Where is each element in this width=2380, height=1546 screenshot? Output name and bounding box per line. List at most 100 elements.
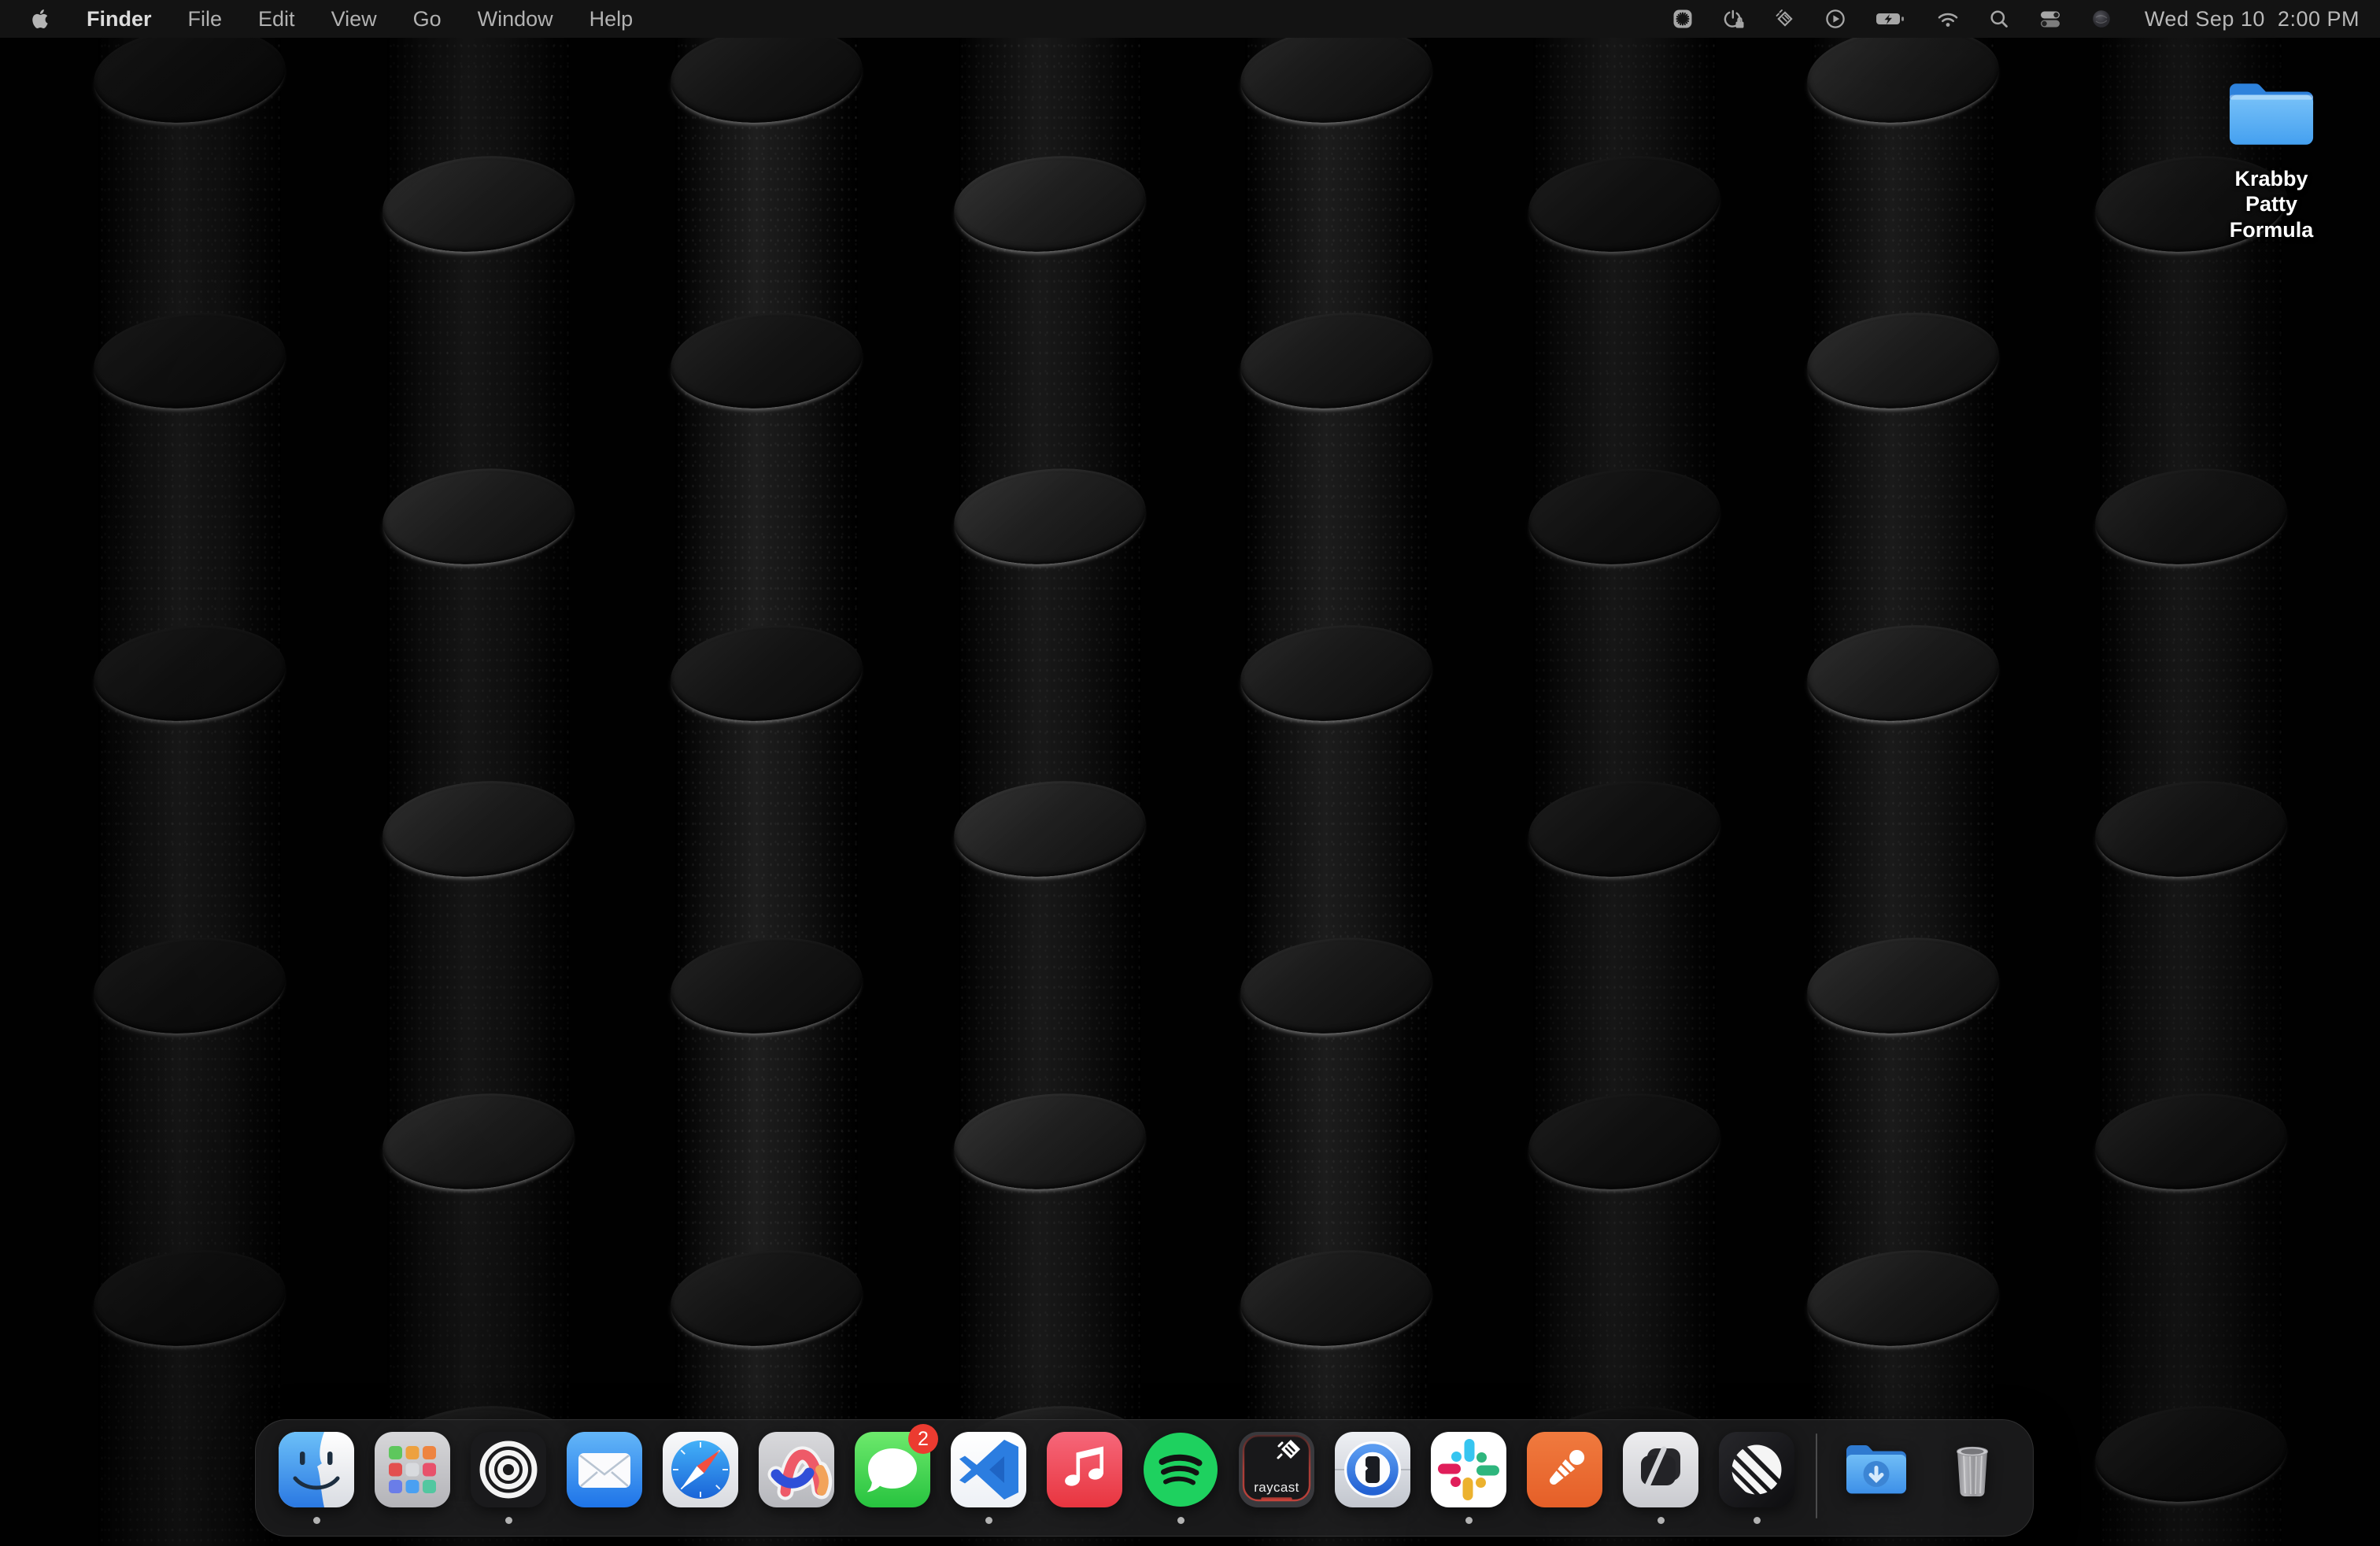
menu-window[interactable]: Window — [478, 7, 553, 31]
postman-icon — [1525, 1430, 1604, 1509]
control-center-icon[interactable] — [2038, 6, 2063, 32]
profile-circle-glyph — [2090, 7, 2113, 31]
spotlight-search-glyph — [1987, 7, 2011, 31]
dock-item-arc-browser[interactable] — [757, 1430, 836, 1524]
desktop-wallpaper — [0, 0, 2380, 1546]
dock-item-raycast[interactable]: raycast — [1237, 1430, 1316, 1524]
concentric-rings-app-app-icon — [469, 1430, 548, 1509]
dock-item-slack[interactable] — [1429, 1430, 1508, 1524]
running-indicator — [505, 1517, 512, 1524]
dock-item-concentric-rings-app[interactable] — [469, 1430, 548, 1524]
dock-item-launchpad[interactable] — [373, 1430, 452, 1524]
apple-logo-icon — [30, 6, 50, 31]
battery-charging-icon[interactable] — [1874, 6, 1909, 32]
onepassword-icon — [1333, 1430, 1412, 1509]
running-indicator — [1658, 1517, 1665, 1524]
play-circle-glyph — [1824, 7, 1847, 31]
raycast-icon — [1237, 1430, 1316, 1509]
menu-help[interactable]: Help — [589, 7, 634, 31]
vscode-icon — [949, 1430, 1028, 1509]
linear-app-icon — [1717, 1430, 1796, 1509]
apple-menu[interactable] — [30, 6, 50, 31]
menu-bar: Finder File Edit View Go Window Help Wed Sep 1… — [0, 0, 2380, 38]
finder-app-icon — [277, 1430, 356, 1509]
rings-icon — [469, 1430, 548, 1509]
running-indicator — [1754, 1517, 1761, 1524]
menu-view[interactable]: View — [331, 7, 377, 31]
mail-app-icon — [565, 1430, 644, 1509]
folder-icon — [2223, 74, 2320, 153]
running-indicator — [1465, 1517, 1473, 1524]
power-lock-icon[interactable] — [1721, 6, 1746, 32]
spotify-icon — [1141, 1430, 1220, 1509]
raycast-app-icon: raycast — [1237, 1430, 1316, 1509]
dock-item-spotify[interactable] — [1141, 1430, 1220, 1524]
slack-icon — [1429, 1430, 1508, 1509]
menu-finder[interactable]: Finder — [87, 7, 152, 31]
arc-icon — [757, 1430, 836, 1509]
spotify-app-icon — [1141, 1430, 1220, 1509]
safari-app-icon — [661, 1430, 740, 1509]
downloads-icon — [1837, 1430, 1916, 1509]
trash-app-icon — [1933, 1430, 2012, 1509]
running-indicator — [985, 1517, 992, 1524]
play-circle-icon[interactable] — [1824, 6, 1847, 32]
wifi-glyph — [1935, 7, 1961, 31]
notification-badge: 2 — [908, 1424, 938, 1454]
music-icon — [1045, 1430, 1124, 1509]
dock-item-finder[interactable] — [277, 1430, 356, 1524]
wifi-icon[interactable] — [1935, 6, 1961, 32]
starburst-glyph — [1671, 7, 1694, 31]
menu-file[interactable]: File — [188, 7, 223, 31]
dock: 2 raycast — [255, 1419, 2034, 1537]
dock-separator — [1816, 1433, 1817, 1518]
dock-item-mail[interactable] — [565, 1430, 644, 1524]
finder-icon — [277, 1430, 356, 1509]
desktop-folder-krabby-patty-formula[interactable]: Krabby Patty Formula — [2208, 74, 2334, 242]
desktop-folder-label: Krabby Patty Formula — [2208, 166, 2334, 242]
running-indicator — [313, 1517, 320, 1524]
running-indicator — [1177, 1517, 1184, 1524]
menu-bar-menus: Finder File Edit View Go Window Help — [87, 7, 633, 31]
dock-item-safari[interactable] — [661, 1430, 740, 1524]
launchpad-app-icon — [373, 1430, 452, 1509]
mail-icon — [565, 1430, 644, 1509]
menu-bar-clock[interactable]: Wed Sep 10 2:00 PM — [2145, 7, 2360, 31]
linear-icon — [1717, 1430, 1796, 1509]
menu-edit[interactable]: Edit — [258, 7, 295, 31]
starburst-icon[interactable] — [1671, 6, 1694, 32]
safari-icon — [661, 1430, 740, 1509]
raycast-wordmark: raycast — [1237, 1480, 1316, 1496]
arc-browser-app-icon — [757, 1430, 836, 1509]
apple-music-app-icon — [1045, 1430, 1124, 1509]
profile-circle-icon[interactable] — [2090, 6, 2113, 32]
dock-item-linear[interactable] — [1717, 1430, 1796, 1524]
dock-item-trash[interactable] — [1933, 1430, 2012, 1524]
control-center-glyph — [2038, 7, 2063, 31]
dock-item-apple-music[interactable] — [1045, 1430, 1124, 1524]
power-lock-glyph — [1721, 7, 1746, 31]
dia-icon — [1621, 1430, 1700, 1509]
macos-desktop: { "menubar": { "menus": [ {"label": "Fin… — [0, 0, 2380, 1546]
slack-app-icon — [1429, 1430, 1508, 1509]
dock-item-downloads-folder[interactable] — [1837, 1430, 1916, 1524]
launchpad-icon — [373, 1430, 452, 1509]
dock-item-vscode[interactable] — [949, 1430, 1028, 1524]
raycast-menubar-glyph — [1773, 7, 1797, 31]
raycast-menubar-icon[interactable] — [1773, 6, 1797, 32]
postman-app-icon — [1525, 1430, 1604, 1509]
spotlight-search-icon[interactable] — [1987, 6, 2011, 32]
1password-app-icon — [1333, 1430, 1412, 1509]
dock-item-messages[interactable]: 2 — [853, 1430, 932, 1524]
blue-folder-icon — [2223, 142, 2320, 156]
vscode-app-icon — [949, 1430, 1028, 1509]
dock-item-postman[interactable] — [1525, 1430, 1604, 1524]
menu-go[interactable]: Go — [413, 7, 442, 31]
dock-item-dia-browser[interactable] — [1621, 1430, 1700, 1524]
dock-item-1password[interactable] — [1333, 1430, 1412, 1524]
dia-browser-app-icon — [1621, 1430, 1700, 1509]
menu-bar-status-area: Wed Sep 10 2:00 PM — [1671, 6, 2360, 32]
messages-app-icon: 2 — [853, 1430, 932, 1509]
downloads-folder-app-icon — [1837, 1430, 1916, 1509]
battery-charging-glyph — [1874, 7, 1909, 31]
